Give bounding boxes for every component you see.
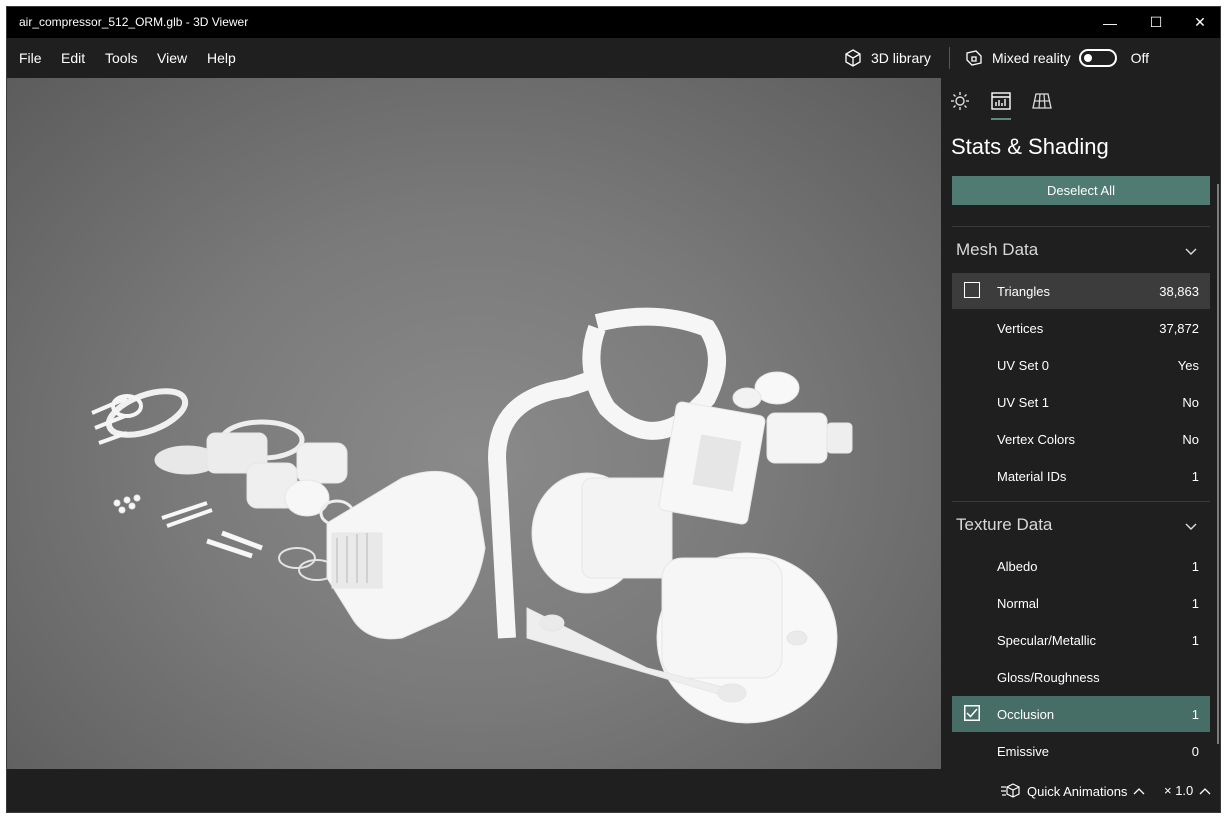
menu-separator <box>949 47 950 69</box>
row-value: 1 <box>1191 706 1199 722</box>
window-title: air_compressor_512_ORM.glb - 3D Viewer <box>19 15 249 29</box>
title-bar: air_compressor_512_ORM.glb - 3D Viewer —… <box>7 7 1220 38</box>
quick-animations-button[interactable]: Quick Animations <box>1001 783 1145 799</box>
air-compressor-model[interactable] <box>7 78 941 769</box>
texture-row-albedo[interactable]: Albedo 1 <box>952 548 1210 584</box>
minimize-button[interactable]: — <box>1088 7 1132 38</box>
panel-title: Stats & Shading <box>951 134 1109 159</box>
menu-tools[interactable]: Tools <box>105 50 138 66</box>
quick-animations-label: Quick Animations <box>1027 783 1128 799</box>
texture-row-normal[interactable]: Normal 1 <box>952 585 1210 621</box>
mesh-row-uv-set-0[interactable]: UV Set 0 Yes <box>952 347 1210 383</box>
row-label: UV Set 0 <box>997 357 1050 373</box>
3d-viewport[interactable] <box>7 78 941 769</box>
panel-scrollbar[interactable] <box>1217 184 1219 744</box>
texture-data-header[interactable]: Texture Data <box>956 515 1052 535</box>
chevron-down-icon[interactable] <box>1184 244 1198 258</box>
mixed-reality-label: Mixed reality <box>992 50 1071 66</box>
texture-row-gloss-roughness[interactable]: Gloss/Roughness <box>952 659 1210 695</box>
checkmark-checkbox-icon[interactable] <box>964 705 980 721</box>
close-button[interactable]: ✕ <box>1178 7 1220 38</box>
row-label: Gloss/Roughness <box>997 669 1100 685</box>
row-label: Specular/Metallic <box>997 632 1096 648</box>
row-value: 1 <box>1191 468 1199 484</box>
texture-row-emissive[interactable]: Emissive 0 <box>952 733 1210 769</box>
row-label: Triangles <box>997 283 1050 299</box>
row-label: Vertices <box>997 320 1044 336</box>
mesh-row-material-ids[interactable]: Material IDs 1 <box>952 458 1210 494</box>
row-label: Albedo <box>997 558 1038 574</box>
grid-tab-icon[interactable] <box>1031 90 1053 112</box>
app-window: air_compressor_512_ORM.glb - 3D Viewer —… <box>6 6 1221 813</box>
cube-icon <box>845 49 861 67</box>
row-label: Vertex Colors <box>997 431 1076 447</box>
menu-edit[interactable]: Edit <box>61 50 85 66</box>
row-value: Yes <box>1177 357 1199 373</box>
mixed-reality-control[interactable]: Mixed reality Off <box>964 48 1149 68</box>
mesh-row-triangles[interactable]: Triangles 38,863 <box>952 273 1210 309</box>
mixed-reality-state: Off <box>1130 50 1150 66</box>
row-value: No <box>1182 394 1199 410</box>
mesh-row-vertex-colors[interactable]: Vertex Colors No <box>952 421 1210 457</box>
menu-file[interactable]: File <box>19 50 42 66</box>
row-value: 1 <box>1191 632 1199 648</box>
row-value: 1 <box>1191 558 1199 574</box>
row-value: 37,872 <box>1159 320 1199 336</box>
menu-help[interactable]: Help <box>207 50 236 66</box>
maximize-button[interactable]: ☐ <box>1134 7 1178 38</box>
mixed-reality-icon <box>966 50 982 66</box>
row-value: 1 <box>1191 595 1199 611</box>
row-label: UV Set 1 <box>997 394 1050 410</box>
animation-cube-icon <box>1001 783 1020 798</box>
stats-tab-chart-icon[interactable] <box>990 90 1012 112</box>
chevron-down-icon[interactable] <box>1184 519 1198 533</box>
3d-library-button[interactable]: 3D library <box>843 48 931 68</box>
chevron-up-icon <box>1199 787 1211 794</box>
chevron-up-icon <box>1133 788 1145 795</box>
row-label: Material IDs <box>997 468 1067 484</box>
lighting-tab-sun-icon[interactable] <box>949 90 971 112</box>
row-value: 0 <box>1191 743 1199 759</box>
section-divider <box>952 226 1210 227</box>
mesh-row-uv-set-1[interactable]: UV Set 1 No <box>952 384 1210 420</box>
row-label: Occlusion <box>997 706 1055 722</box>
texture-row-occlusion[interactable]: Occlusion 1 <box>952 696 1210 732</box>
playback-speed-button[interactable]: × 1.0 <box>1164 783 1211 798</box>
section-divider <box>952 501 1210 502</box>
active-tab-indicator <box>991 118 1011 120</box>
texture-row-specular-metallic[interactable]: Specular/Metallic 1 <box>952 622 1210 658</box>
playback-speed-label: × 1.0 <box>1164 783 1194 798</box>
row-value: No <box>1182 431 1199 447</box>
bottom-bar: Quick Animations × 1.0 <box>7 769 1220 812</box>
triangles-checkbox[interactable] <box>964 282 980 298</box>
3d-library-label: 3D library <box>871 50 931 66</box>
row-label: Emissive <box>997 743 1050 759</box>
mesh-data-header[interactable]: Mesh Data <box>956 240 1038 260</box>
row-label: Normal <box>997 595 1039 611</box>
row-value: 38,863 <box>1159 283 1199 299</box>
menu-bar: File Edit Tools View Help 3D library Mix… <box>7 38 1220 78</box>
stats-panel: Stats & Shading Deselect All Mesh Data T… <box>941 78 1220 769</box>
deselect-all-button[interactable]: Deselect All <box>952 176 1210 205</box>
menu-view[interactable]: View <box>157 50 187 66</box>
mesh-row-vertices[interactable]: Vertices 37,872 <box>952 310 1210 346</box>
mixed-reality-toggle[interactable] <box>1078 49 1117 67</box>
